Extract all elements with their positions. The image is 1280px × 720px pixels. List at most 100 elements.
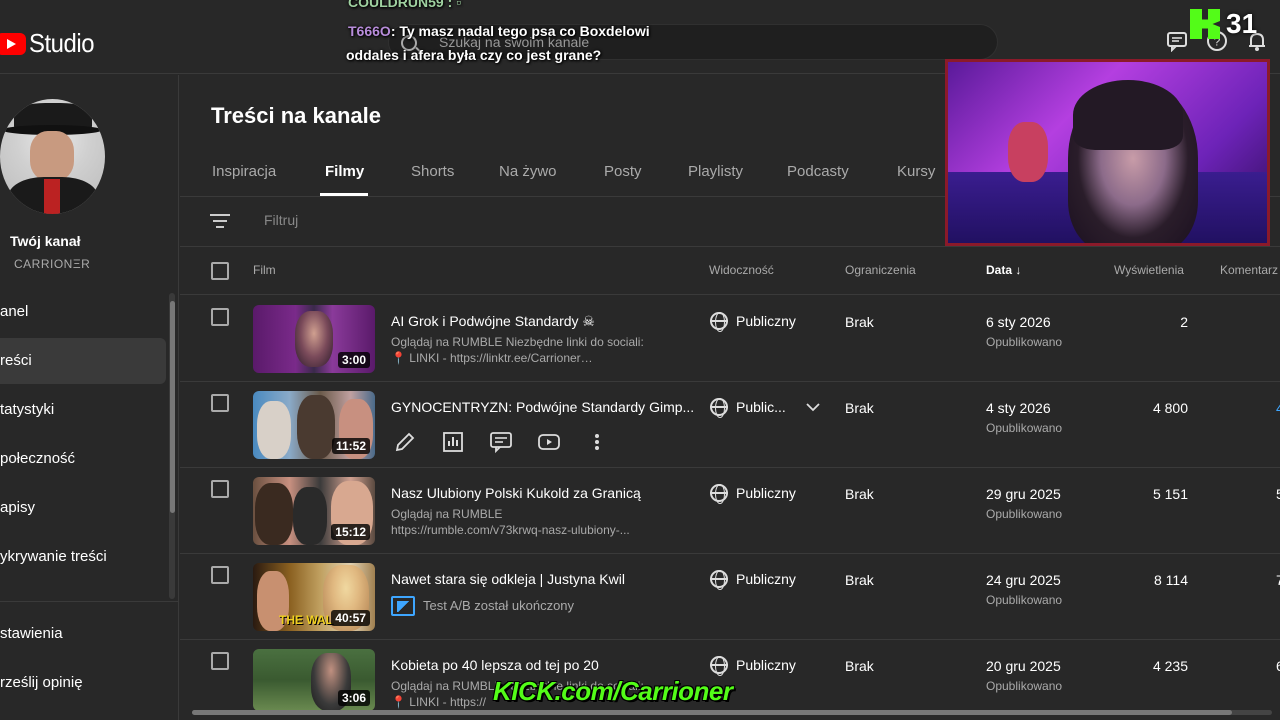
globe-icon [710, 398, 728, 418]
row-checkbox[interactable] [211, 394, 229, 412]
video-duration: 3:06 [337, 690, 370, 706]
sidebar-scroll-thumb[interactable] [170, 301, 175, 513]
header-visibility[interactable]: Widoczność [709, 263, 774, 277]
views-cell: 4 800 [1152, 400, 1188, 416]
sidebar: Twój kanał CARRIOΝΞR anel reści tatystyk… [0, 75, 179, 720]
globe-icon [710, 484, 728, 504]
visibility-cell[interactable]: Publiczny [710, 484, 796, 504]
video-duration: 15:12 [331, 524, 370, 540]
channel-label: Twój kanał [10, 233, 81, 249]
tab-videos[interactable]: Filmy [325, 163, 364, 180]
views-cell: 4 235 [1152, 658, 1188, 674]
comments-cell[interactable]: 6 [1276, 658, 1280, 674]
tab-live[interactable]: Na żywo [499, 163, 557, 180]
visibility-cell[interactable]: Publiczny [710, 656, 796, 676]
comments-icon[interactable] [489, 430, 513, 454]
video-description: Oglądaj na RUMBLE Niezbędne linki do soc… [391, 335, 644, 365]
tab-inspiration[interactable]: Inspiracja [212, 163, 276, 180]
viewer-count: 31 [1226, 8, 1258, 39]
feedback-icon[interactable] [1166, 30, 1188, 53]
youtube-icon[interactable] [537, 430, 561, 454]
visibility-cell[interactable]: Publiczny [710, 312, 796, 332]
header-restrictions[interactable]: Ograniczenia [845, 263, 916, 277]
kick-logo-icon [1190, 9, 1220, 39]
channel-avatar[interactable] [0, 99, 105, 214]
table-row[interactable]: THE WAL 40:57 Nawet stara się odkleja | … [180, 554, 1280, 640]
video-thumbnail[interactable]: 11:52 [253, 391, 375, 459]
table-row[interactable]: 15:12 Nasz Ulubiony Polski Kukold za Gra… [180, 468, 1280, 554]
ab-test-status: Test A/B został ukończony [391, 596, 574, 616]
edit-icon[interactable] [393, 430, 417, 454]
sidebar-item-settings[interactable]: stawienia [0, 611, 166, 657]
sidebar-item-content-detection[interactable]: ykrywanie treści [0, 534, 166, 580]
comments-cell[interactable]: 7 [1276, 572, 1280, 588]
date-cell: 29 gru 2025 [986, 486, 1061, 502]
globe-icon [710, 656, 728, 676]
video-thumbnail[interactable]: 15:12 [253, 477, 375, 545]
views-cell: 2 [1180, 314, 1188, 330]
channel-name: CARRIOΝΞR [14, 257, 91, 271]
tab-shorts[interactable]: Shorts [411, 163, 454, 180]
header-comments[interactable]: Komentarz [1220, 263, 1278, 277]
row-checkbox[interactable] [211, 480, 229, 498]
video-title[interactable]: GYNOCENTRYZN: Podwójne Standardy Gimp... [391, 399, 694, 415]
horizontal-scroll-thumb[interactable] [192, 710, 1232, 715]
visibility-cell[interactable]: Public... [710, 398, 820, 418]
table-row[interactable]: 11:52 GYNOCENTRYZN: Podwójne Standardy G… [180, 382, 1280, 468]
sidebar-item-analytics[interactable]: tatystyki [0, 387, 166, 433]
comments-cell[interactable]: 5 [1276, 486, 1280, 502]
restrictions-cell: Brak [845, 572, 874, 588]
brand-label: Studio [29, 28, 95, 58]
views-cell: 5 151 [1152, 486, 1188, 502]
video-title[interactable]: AI Grok i Podwójne Standardy ☠ [391, 313, 595, 330]
tab-podcasts[interactable]: Podcasty [787, 163, 849, 180]
filter-input[interactable]: Filtruj [264, 212, 298, 228]
restrictions-cell: Brak [845, 314, 874, 330]
ab-test-icon [391, 596, 415, 616]
analytics-icon[interactable] [441, 430, 465, 454]
chat-username: T666O [348, 23, 391, 39]
table-row[interactable]: 3:00 AI Grok i Podwójne Standardy ☠ Oglą… [180, 296, 1280, 382]
sidebar-item-feedback[interactable]: rześlij opinię [0, 660, 166, 706]
kick-viewer-counter: 31 [1190, 8, 1257, 40]
video-thumbnail[interactable]: 3:00 [253, 305, 375, 373]
tab-courses[interactable]: Kursy [897, 163, 935, 180]
restrictions-cell: Brak [845, 486, 874, 502]
video-description: Oglądaj na RUMBLE https://rumble.com/v73… [391, 507, 630, 537]
chat-line-2: T666O: Ty masz nadal tego psa co Boxdelo… [348, 23, 650, 39]
streamer-webcam [945, 59, 1270, 246]
video-thumbnail[interactable]: 3:06 [253, 649, 375, 711]
comments-cell[interactable]: 4 [1276, 400, 1280, 416]
publish-status: Opublikowano [986, 679, 1063, 693]
page-title: Treści na kanale [211, 103, 381, 128]
sidebar-item-community[interactable]: połeczność [0, 436, 166, 482]
studio-logo[interactable]: Studio [0, 28, 100, 59]
more-icon[interactable] [585, 430, 609, 454]
sidebar-item-content[interactable]: reści [0, 338, 166, 384]
horizontal-scrollbar[interactable] [180, 708, 1280, 716]
chat-line-3: oddales i afera była czy co jest grane? [346, 47, 602, 63]
video-title[interactable]: Nasz Ulubiony Polski Kukold za Granicą [391, 485, 641, 501]
filter-icon[interactable] [210, 214, 230, 228]
video-title[interactable]: Kobieta po 40 lepsza od tej po 20 [391, 657, 599, 673]
video-title[interactable]: Nawet stara się odkleja | Justyna Kwil [391, 571, 625, 587]
tab-playlists[interactable]: Playlisty [688, 163, 743, 180]
select-all-checkbox[interactable] [211, 262, 229, 280]
video-duration: 3:00 [337, 352, 370, 368]
row-checkbox[interactable] [211, 652, 229, 670]
row-checkbox[interactable] [211, 566, 229, 584]
tab-posts[interactable]: Posty [604, 163, 642, 180]
sidebar-item-panel[interactable]: anel [0, 289, 166, 335]
sidebar-item-subtitles[interactable]: apisy [0, 485, 166, 531]
visibility-cell[interactable]: Publiczny [710, 570, 796, 590]
restrictions-cell: Brak [845, 658, 874, 674]
publish-status: Opublikowano [986, 507, 1063, 521]
video-thumbnail[interactable]: THE WAL 40:57 [253, 563, 375, 631]
header-date[interactable]: Data ↓ [986, 263, 1021, 277]
dropdown-icon[interactable] [806, 399, 820, 415]
sidebar-divider [0, 601, 179, 602]
header-views[interactable]: Wyświetlenia [1114, 263, 1184, 277]
header-film: Film [253, 263, 276, 277]
row-checkbox[interactable] [211, 308, 229, 326]
views-cell: 8 114 [1154, 572, 1188, 588]
